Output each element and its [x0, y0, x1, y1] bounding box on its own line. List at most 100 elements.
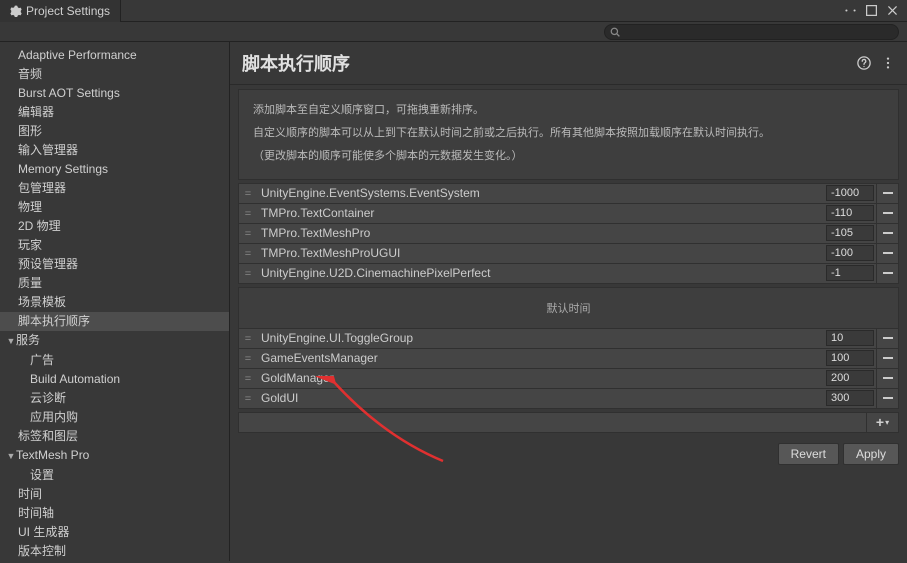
- sidebar-item[interactable]: 玩家: [0, 236, 229, 255]
- sidebar-item-label: 预设管理器: [18, 257, 78, 271]
- sidebar-item-label: 玩家: [18, 238, 42, 252]
- remove-button[interactable]: [876, 388, 898, 409]
- sidebar-item-label: 脚本执行顺序: [18, 314, 90, 328]
- sidebar-item-label: UI 生成器: [18, 525, 69, 539]
- sidebar-item[interactable]: 编辑器: [0, 103, 229, 122]
- remove-button[interactable]: [876, 328, 898, 349]
- sidebar-item[interactable]: ▼TextMesh Pro: [0, 446, 229, 466]
- drag-handle-icon[interactable]: [239, 226, 257, 240]
- execution-order-input[interactable]: -1000: [826, 185, 874, 201]
- execution-order-input[interactable]: 10: [826, 330, 874, 346]
- remove-button[interactable]: [876, 263, 898, 284]
- script-row[interactable]: TMPro.TextMeshPro-105: [238, 223, 899, 244]
- menu-dots-icon[interactable]: [844, 4, 857, 17]
- sidebar-item[interactable]: Build Automation: [0, 370, 229, 389]
- execution-order-input[interactable]: -1: [826, 265, 874, 281]
- sidebar-item[interactable]: 包管理器: [0, 179, 229, 198]
- sidebar-item[interactable]: Burst AOT Settings: [0, 84, 229, 103]
- chevron-down-icon: ▼: [6, 333, 16, 350]
- sidebar-item-label: 广告: [30, 353, 54, 367]
- search-input[interactable]: [604, 24, 899, 40]
- help-text: 添加脚本至自定义顺序窗口，可拖拽重新排序。 自定义顺序的脚本可以从上到下在默认时…: [238, 89, 899, 180]
- script-row[interactable]: TMPro.TextContainer-110: [238, 203, 899, 224]
- sidebar-item[interactable]: 时间轴: [0, 504, 229, 523]
- close-icon[interactable]: [886, 4, 899, 17]
- script-row[interactable]: GoldUI300: [238, 388, 899, 409]
- sidebar-item-label: 输入管理器: [18, 143, 78, 157]
- sidebar-item[interactable]: 应用内购: [0, 408, 229, 427]
- scripts-before-default: UnityEngine.EventSystems.EventSystem-100…: [238, 183, 899, 284]
- execution-order-input[interactable]: 200: [826, 370, 874, 386]
- revert-button[interactable]: Revert: [778, 443, 839, 465]
- script-row[interactable]: GameEventsManager100: [238, 348, 899, 369]
- sidebar-item[interactable]: 预设管理器: [0, 255, 229, 274]
- window-tab[interactable]: Project Settings: [0, 0, 121, 22]
- sidebar-item[interactable]: 场景模板: [0, 293, 229, 312]
- script-row[interactable]: TMPro.TextMeshProUGUI-100: [238, 243, 899, 264]
- sidebar-item[interactable]: 图形: [0, 122, 229, 141]
- sidebar-item[interactable]: 广告: [0, 351, 229, 370]
- script-name: GameEventsManager: [257, 351, 824, 365]
- remove-button[interactable]: [876, 348, 898, 369]
- execution-order-input[interactable]: -105: [826, 225, 874, 241]
- sidebar-item-label: 物理: [18, 200, 42, 214]
- page-title: 脚本执行顺序: [242, 50, 857, 76]
- sidebar-item-label: 图形: [18, 124, 42, 138]
- sidebar-item[interactable]: Memory Settings: [0, 160, 229, 179]
- sidebar-item-label: Burst AOT Settings: [18, 86, 120, 100]
- sidebar-item[interactable]: 物理: [0, 198, 229, 217]
- sidebar-item[interactable]: UI 生成器: [0, 523, 229, 542]
- remove-button[interactable]: [876, 183, 898, 204]
- sidebar-item[interactable]: 云诊断: [0, 389, 229, 408]
- remove-button[interactable]: [876, 223, 898, 244]
- remove-button[interactable]: [876, 203, 898, 224]
- script-name: TMPro.TextMeshPro: [257, 226, 824, 240]
- drag-handle-icon[interactable]: [239, 351, 257, 365]
- drag-handle-icon[interactable]: [239, 206, 257, 220]
- sidebar-item[interactable]: Adaptive Performance: [0, 46, 229, 65]
- drag-handle-icon[interactable]: [239, 391, 257, 405]
- remove-button[interactable]: [876, 243, 898, 264]
- sidebar-item[interactable]: 设置: [0, 466, 229, 485]
- sidebar-item-label: 设置: [30, 468, 54, 482]
- help-icon[interactable]: [857, 56, 871, 70]
- chevron-down-icon: ▼: [6, 448, 16, 465]
- more-icon[interactable]: [881, 56, 895, 70]
- sidebar-item[interactable]: 2D 物理: [0, 217, 229, 236]
- maximize-icon[interactable]: [865, 4, 878, 17]
- execution-order-input[interactable]: -110: [826, 205, 874, 221]
- drag-handle-icon[interactable]: [239, 246, 257, 260]
- script-name: UnityEngine.EventSystems.EventSystem: [257, 186, 824, 200]
- default-time-separator: 默认时间: [238, 287, 899, 329]
- sidebar-item[interactable]: 输入管理器: [0, 141, 229, 160]
- script-name: GoldManager: [257, 371, 824, 385]
- sidebar-item[interactable]: 标签和图层: [0, 427, 229, 446]
- script-row[interactable]: GoldManager200: [238, 368, 899, 389]
- search-icon: [610, 27, 620, 37]
- drag-handle-icon[interactable]: [239, 371, 257, 385]
- execution-order-input[interactable]: -100: [826, 245, 874, 261]
- drag-handle-icon[interactable]: [239, 266, 257, 280]
- script-row[interactable]: UnityEngine.UI.ToggleGroup10: [238, 328, 899, 349]
- script-row[interactable]: UnityEngine.EventSystems.EventSystem-100…: [238, 183, 899, 204]
- sidebar-item-label: Adaptive Performance: [18, 48, 137, 62]
- remove-button[interactable]: [876, 368, 898, 389]
- apply-button[interactable]: Apply: [843, 443, 899, 465]
- script-row[interactable]: UnityEngine.U2D.CinemachinePixelPerfect-…: [238, 263, 899, 284]
- sidebar-item[interactable]: 质量: [0, 274, 229, 293]
- script-name: UnityEngine.UI.ToggleGroup: [257, 331, 824, 345]
- sidebar-item[interactable]: 时间: [0, 485, 229, 504]
- sidebar-item-label: 云诊断: [30, 391, 66, 405]
- drag-handle-icon[interactable]: [239, 186, 257, 200]
- drag-handle-icon[interactable]: [239, 331, 257, 345]
- sidebar-item[interactable]: ▼服务: [0, 331, 229, 351]
- sidebar-item-label: 时间: [18, 487, 42, 501]
- sidebar-item[interactable]: 脚本执行顺序: [0, 312, 229, 331]
- add-script-row: +▾: [238, 412, 899, 433]
- sidebar-item[interactable]: 音频: [0, 65, 229, 84]
- sidebar-item[interactable]: 版本控制: [0, 542, 229, 561]
- sidebar-item-label: 场景模板: [18, 295, 66, 309]
- add-script-button[interactable]: +▾: [866, 413, 898, 432]
- execution-order-input[interactable]: 100: [826, 350, 874, 366]
- execution-order-input[interactable]: 300: [826, 390, 874, 406]
